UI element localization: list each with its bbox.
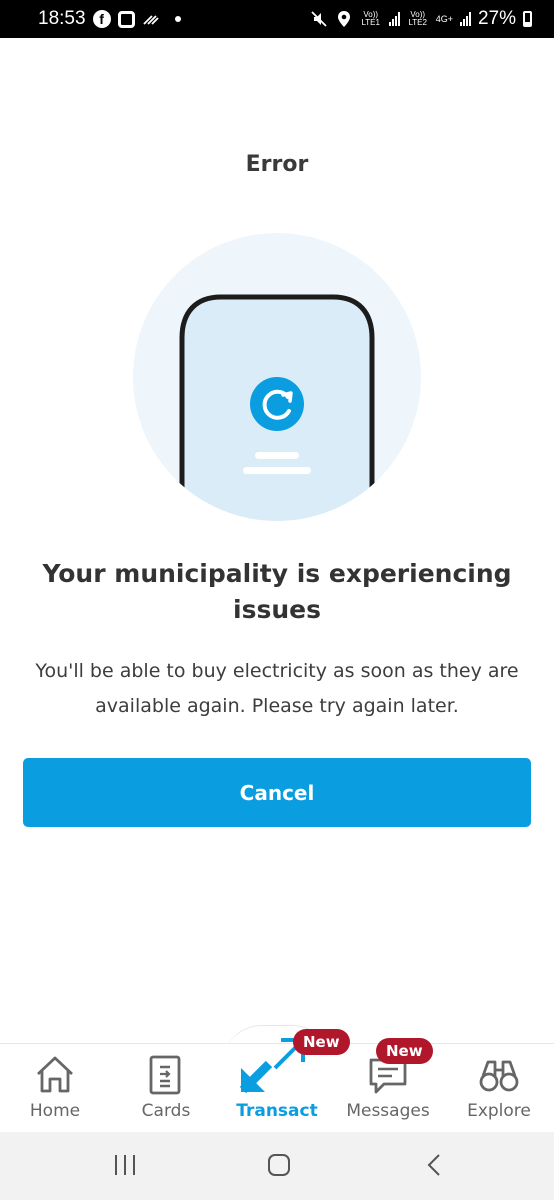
- mute-icon: [310, 10, 328, 28]
- bottom-navigation: Home Cards Transact New Messages New Exp…: [0, 1029, 554, 1133]
- cards-icon: [148, 1054, 182, 1100]
- data-saver-icon: [142, 10, 160, 28]
- system-navigation-bar: [0, 1132, 554, 1200]
- status-time: 18:53: [38, 8, 86, 29]
- nav-label-transact: Transact: [236, 1101, 318, 1121]
- signal-bars-icon: [459, 12, 471, 26]
- app-notification-icon: [117, 10, 135, 28]
- nav-label-explore: Explore: [467, 1101, 531, 1121]
- nav-item-explore[interactable]: Explore: [444, 1044, 554, 1133]
- binoculars-icon: [478, 1054, 520, 1098]
- error-illustration: [133, 233, 421, 521]
- status-left: 18:53 f: [38, 8, 181, 30]
- status-bar: 18:53 f Vo)) LTE1 Vo)) LTE2 4G+ 27%: [0, 0, 554, 38]
- nav-label-home: Home: [29, 1101, 81, 1121]
- back-icon[interactable]: [425, 1152, 443, 1182]
- nav-item-cards[interactable]: Cards: [111, 1044, 221, 1133]
- sim1-label: Vo)) LTE1: [361, 10, 380, 27]
- error-description: You'll be able to buy electricity as soo…: [35, 660, 519, 717]
- nav-item-messages[interactable]: Messages New: [333, 1038, 443, 1133]
- facebook-icon: f: [92, 10, 111, 28]
- new-badge: New: [376, 1038, 433, 1064]
- nav-label-messages: Messages: [346, 1101, 430, 1121]
- home-button-icon[interactable]: [266, 1152, 292, 1182]
- nav-label-cards: Cards: [141, 1101, 191, 1121]
- error-heading: Your municipality is experiencing issues: [42, 559, 512, 624]
- sim2-label: Vo)) LTE2: [408, 10, 427, 27]
- nav-item-transact[interactable]: Transact New: [222, 1029, 350, 1133]
- network-type: 4G+: [435, 14, 453, 24]
- more-notifications-icon: [174, 16, 181, 22]
- signal-bars-icon: [388, 12, 400, 26]
- battery-icon: [523, 11, 532, 27]
- nav-item-home[interactable]: Home: [0, 1044, 110, 1133]
- cancel-button[interactable]: Cancel: [23, 758, 531, 827]
- location-icon: [335, 10, 353, 28]
- page-title: Error: [245, 152, 309, 177]
- status-right: Vo)) LTE1 Vo)) LTE2 4G+ 27%: [310, 8, 532, 30]
- recent-apps-icon[interactable]: [113, 1152, 137, 1182]
- home-icon: [34, 1054, 76, 1098]
- battery-percent: 27%: [477, 8, 516, 29]
